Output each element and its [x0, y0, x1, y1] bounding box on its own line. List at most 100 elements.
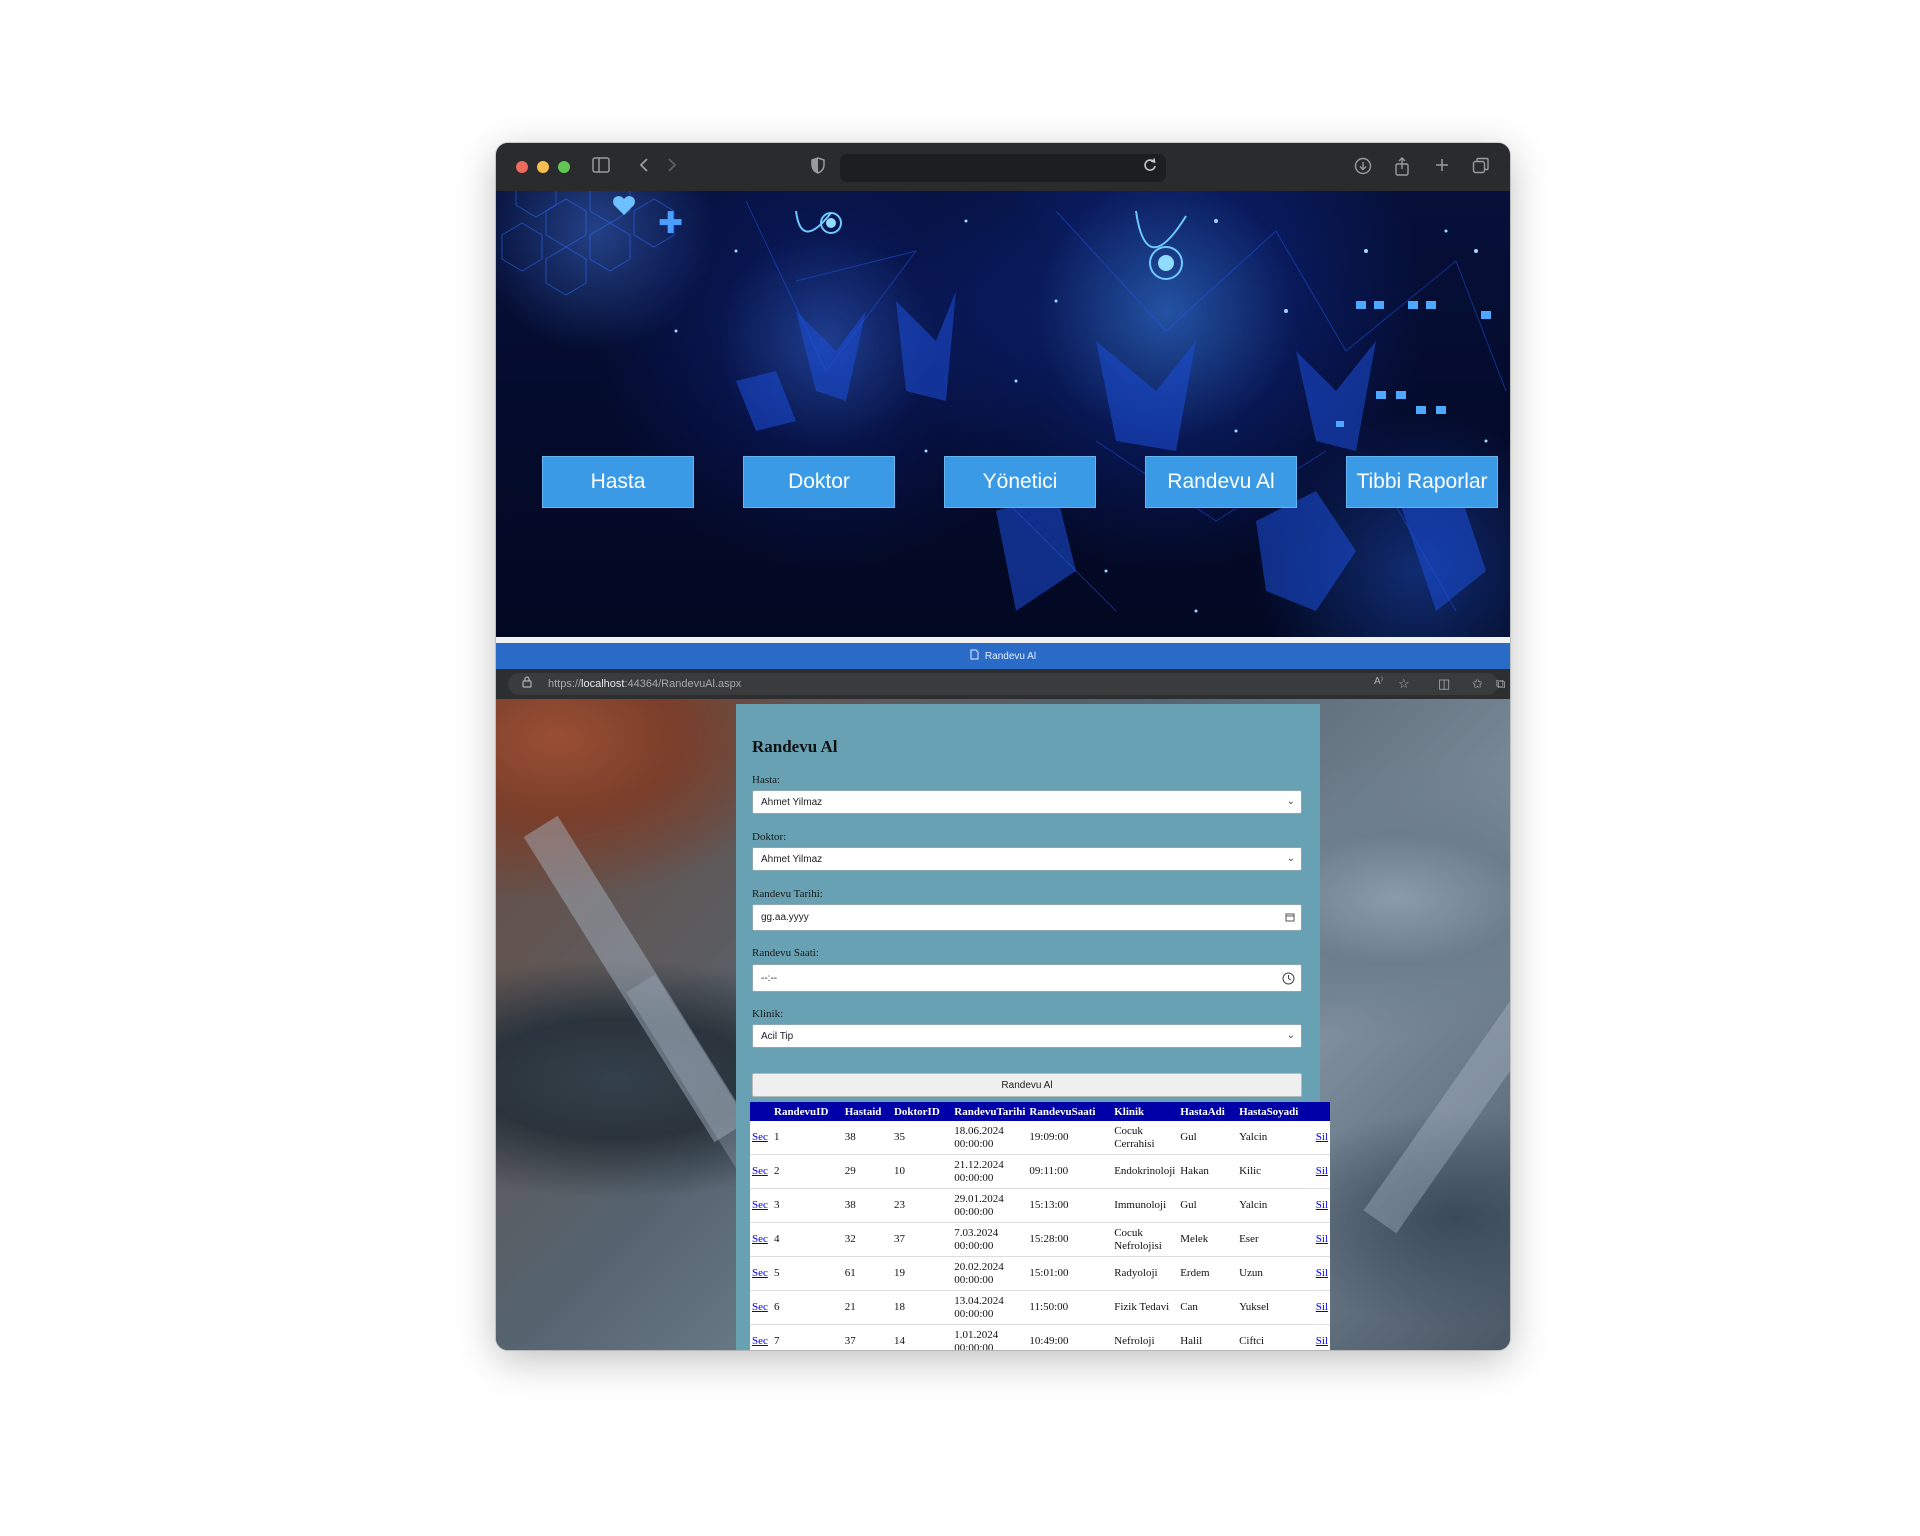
- favorite-star-icon[interactable]: ☆: [1398, 676, 1410, 692]
- tarih-date-input[interactable]: gg.aa.yyyy: [752, 904, 1302, 931]
- select-cell: Sec: [750, 1121, 772, 1155]
- column-header: RandevuSaati: [1027, 1102, 1113, 1121]
- table-cell-klinik: Radyoloji: [1112, 1256, 1179, 1291]
- share-icon[interactable]: [1394, 157, 1410, 181]
- doktor-select-value: Ahmet Yilmaz: [761, 853, 823, 865]
- table-cell-hasta: 37: [842, 1324, 892, 1350]
- table-cell-klinik: Cocuk Nefrolojisi: [1112, 1222, 1179, 1257]
- split-screen-icon[interactable]: ◫: [1438, 676, 1450, 692]
- select-link[interactable]: Sec: [752, 1165, 768, 1177]
- table-cell-ad: Gul: [1178, 1188, 1238, 1223]
- select-link[interactable]: Sec: [752, 1199, 768, 1211]
- form-title: Randevu Al: [752, 737, 838, 756]
- back-icon[interactable]: [638, 157, 650, 178]
- nav-randevu-al-button[interactable]: Randevu Al: [1145, 456, 1297, 508]
- saat-time-input[interactable]: --:--: [752, 964, 1302, 992]
- tarih-placeholder: gg.aa.yyyy: [761, 912, 809, 923]
- hasta-label: Hasta:: [752, 774, 781, 786]
- nav-doktor-button[interactable]: Doktor: [743, 456, 895, 508]
- inner-tab-bar: Randevu Al: [496, 643, 1510, 669]
- delete-link[interactable]: Sil: [1316, 1131, 1328, 1143]
- table-cell-tarih: 13.04.2024 00:00:00: [952, 1290, 1028, 1325]
- medical-network-illustration: ✚: [501, 191, 1507, 613]
- column-header: HastaSoyadi: [1237, 1102, 1314, 1121]
- chevron-down-icon: ⌄: [1286, 1030, 1295, 1041]
- calendar-icon[interactable]: [1285, 912, 1295, 925]
- randevu-al-submit-button[interactable]: Randevu Al: [752, 1073, 1302, 1097]
- klinik-select[interactable]: Acil Tip ⌄: [752, 1024, 1302, 1048]
- select-link[interactable]: Sec: [752, 1267, 768, 1279]
- inner-tab-title[interactable]: Randevu Al: [985, 651, 1036, 662]
- select-link[interactable]: Sec: [752, 1131, 768, 1143]
- table-cell-saat: 19:09:00: [1027, 1121, 1113, 1155]
- table-cell-saat: 15:01:00: [1027, 1256, 1113, 1291]
- table-cell-hasta: 38: [842, 1121, 892, 1155]
- doktor-select[interactable]: Ahmet Yilmaz ⌄: [752, 847, 1302, 871]
- nav-hasta-button[interactable]: Hasta: [542, 456, 694, 508]
- nav-tibbi-raporlar-button[interactable]: Tibbi Raporlar: [1346, 456, 1498, 508]
- nav-yonetici-button[interactable]: Yönetici: [944, 456, 1096, 508]
- column-header: [1313, 1102, 1330, 1121]
- delete-cell: Sil: [1313, 1256, 1330, 1291]
- clock-icon[interactable]: [1282, 972, 1295, 988]
- select-cell: Sec: [750, 1290, 772, 1325]
- chevron-down-icon: ⌄: [1286, 796, 1295, 807]
- delete-link[interactable]: Sil: [1316, 1267, 1328, 1279]
- hasta-select[interactable]: Ahmet Yilmaz ⌄: [752, 790, 1302, 814]
- table-cell-ad: Gul: [1178, 1121, 1238, 1155]
- table-cell-klinik: Immunoloji: [1112, 1188, 1179, 1223]
- select-cell: Sec: [750, 1256, 772, 1291]
- favorites-icon[interactable]: ✩: [1472, 676, 1483, 692]
- table-row: Sec 6 21 18 13.04.2024 00:00:00 11:50:00 Fizik…: [750, 1290, 1330, 1325]
- browser-toolbar: [496, 143, 1510, 191]
- inner-url-text: https://localhost:44364/RandevuAl.aspx: [548, 678, 742, 690]
- reload-icon[interactable]: [1143, 157, 1157, 178]
- minimize-window-button[interactable]: [537, 161, 549, 173]
- hasta-select-value: Ahmet Yilmaz: [761, 796, 823, 808]
- new-tab-icon[interactable]: [1434, 157, 1450, 178]
- table-row: Sec 3 38 23 29.01.2024 00:00:00 15:13:00 Immun…: [750, 1188, 1330, 1223]
- delete-link[interactable]: Sil: [1316, 1165, 1328, 1177]
- table-cell-hasta: 32: [842, 1222, 892, 1257]
- select-link[interactable]: Sec: [752, 1233, 768, 1245]
- forward-icon[interactable]: [666, 157, 678, 178]
- table-row: Sec 1 38 35 18.06.2024 00:00:00 19:09:00 Cocuk…: [750, 1121, 1330, 1155]
- select-link[interactable]: Sec: [752, 1301, 768, 1313]
- table-cell-doktor: 23: [891, 1188, 953, 1223]
- select-link[interactable]: Sec: [752, 1335, 768, 1347]
- table-cell-id: 5: [772, 1256, 843, 1291]
- column-header: Hastaid: [842, 1102, 892, 1121]
- delete-cell: Sil: [1313, 1222, 1330, 1257]
- delete-link[interactable]: Sil: [1316, 1233, 1328, 1245]
- table-cell-soyad: Yuksel: [1237, 1290, 1314, 1325]
- delete-link[interactable]: Sil: [1316, 1301, 1328, 1313]
- table-cell-soyad: Uzun: [1237, 1256, 1314, 1291]
- collections-icon[interactable]: ⧉: [1496, 676, 1505, 692]
- table-cell-klinik: Fizik Tedavi: [1112, 1290, 1179, 1325]
- delete-link[interactable]: Sil: [1316, 1335, 1328, 1347]
- table-cell-saat: 11:50:00: [1027, 1290, 1113, 1325]
- privacy-shield-icon[interactable]: [811, 157, 825, 179]
- delete-cell: Sil: [1313, 1154, 1330, 1189]
- select-cell: Sec: [750, 1222, 772, 1257]
- read-aloud-icon[interactable]: A⁾: [1374, 676, 1383, 687]
- zoom-window-button[interactable]: [558, 161, 570, 173]
- table-cell-soyad: Yalcin: [1237, 1121, 1314, 1155]
- delete-link[interactable]: Sil: [1316, 1199, 1328, 1211]
- table-cell-doktor: 35: [891, 1121, 953, 1155]
- sidebar-toggle-icon[interactable]: [592, 157, 610, 178]
- inner-address-bar: https://localhost:44364/RandevuAl.aspx A…: [496, 669, 1510, 699]
- table-row: Sec 2 29 10 21.12.2024 00:00:00 09:11:00 Endok…: [750, 1154, 1330, 1189]
- close-window-button[interactable]: [516, 161, 528, 173]
- table-cell-soyad: Ciftci: [1237, 1324, 1314, 1350]
- table-cell-id: 3: [772, 1188, 843, 1223]
- address-bar[interactable]: [840, 154, 1166, 182]
- table-cell-id: 6: [772, 1290, 843, 1325]
- table-cell-saat: 10:49:00: [1027, 1324, 1113, 1350]
- table-cell-soyad: Eser: [1237, 1222, 1314, 1257]
- column-header: Klinik: [1112, 1102, 1179, 1121]
- table-cell-klinik: Cocuk Cerrahisi: [1112, 1121, 1179, 1155]
- download-icon[interactable]: [1354, 157, 1372, 180]
- table-cell-doktor: 18: [891, 1290, 953, 1325]
- tab-overview-icon[interactable]: [1472, 157, 1490, 180]
